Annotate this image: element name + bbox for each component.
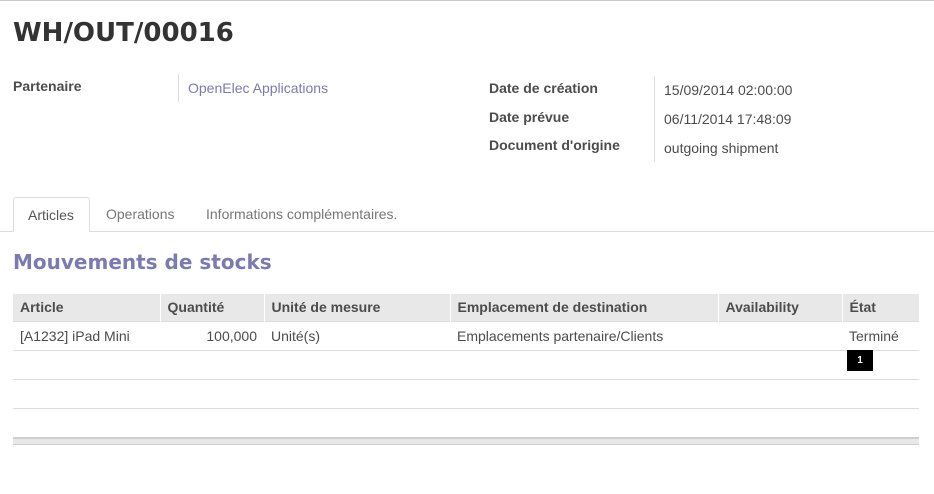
- stock-moves-table: Article Quantité Unité de mesure Emplace…: [13, 294, 919, 437]
- table-header-row: Article Quantité Unité de mesure Emplace…: [13, 294, 919, 321]
- tab-articles[interactable]: Articles: [13, 197, 90, 232]
- cell-uom: Unité(s): [264, 320, 450, 350]
- table-row-empty: [13, 349, 919, 379]
- scheduled-date-label: Date prévue: [489, 109, 570, 125]
- creation-date-label: Date de création: [489, 80, 598, 96]
- table-row-empty: [13, 378, 919, 408]
- origin-document-value: outgoing shipment: [664, 140, 779, 156]
- tab-additional-info[interactable]: Informations complémentaires.: [192, 197, 411, 231]
- table-row-empty: [13, 407, 919, 437]
- col-uom[interactable]: Unité de mesure: [263, 294, 450, 321]
- top-border: [0, 0, 934, 1]
- section-title: Mouvements de stocks: [13, 250, 272, 274]
- partner-label: Partenaire: [13, 78, 82, 94]
- cell-article: [A1232] iPad Mini: [13, 320, 160, 350]
- cell-destination: Emplacements partenaire/Clients: [450, 320, 718, 350]
- partner-separator: [178, 74, 179, 102]
- info-separator: [654, 76, 655, 162]
- tab-operations[interactable]: Operations: [92, 197, 188, 231]
- cell-quantity: 100,000: [160, 320, 264, 350]
- col-availability[interactable]: Availability: [717, 294, 842, 321]
- partner-link[interactable]: OpenElec Applications: [188, 80, 328, 96]
- table-footer: [13, 437, 919, 445]
- creation-date-value: 15/09/2014 02:00:00: [664, 82, 793, 98]
- scheduled-date-value: 06/11/2014 17:48:09: [664, 111, 792, 127]
- origin-document-label: Document d'origine: [489, 137, 620, 153]
- annotation-badge: 1: [847, 350, 873, 371]
- cell-availability: [718, 320, 842, 350]
- table-row[interactable]: [A1232] iPad Mini 100,000 Unité(s) Empla…: [13, 320, 919, 350]
- col-article[interactable]: Article: [13, 294, 160, 321]
- col-state[interactable]: État: [841, 294, 919, 321]
- tabs-divider: [0, 231, 934, 232]
- cell-state: Terminé: [842, 320, 919, 350]
- col-destination[interactable]: Emplacement de destination: [449, 294, 718, 321]
- col-quantity[interactable]: Quantité: [159, 294, 264, 321]
- page-title: WH/OUT/00016: [13, 18, 234, 48]
